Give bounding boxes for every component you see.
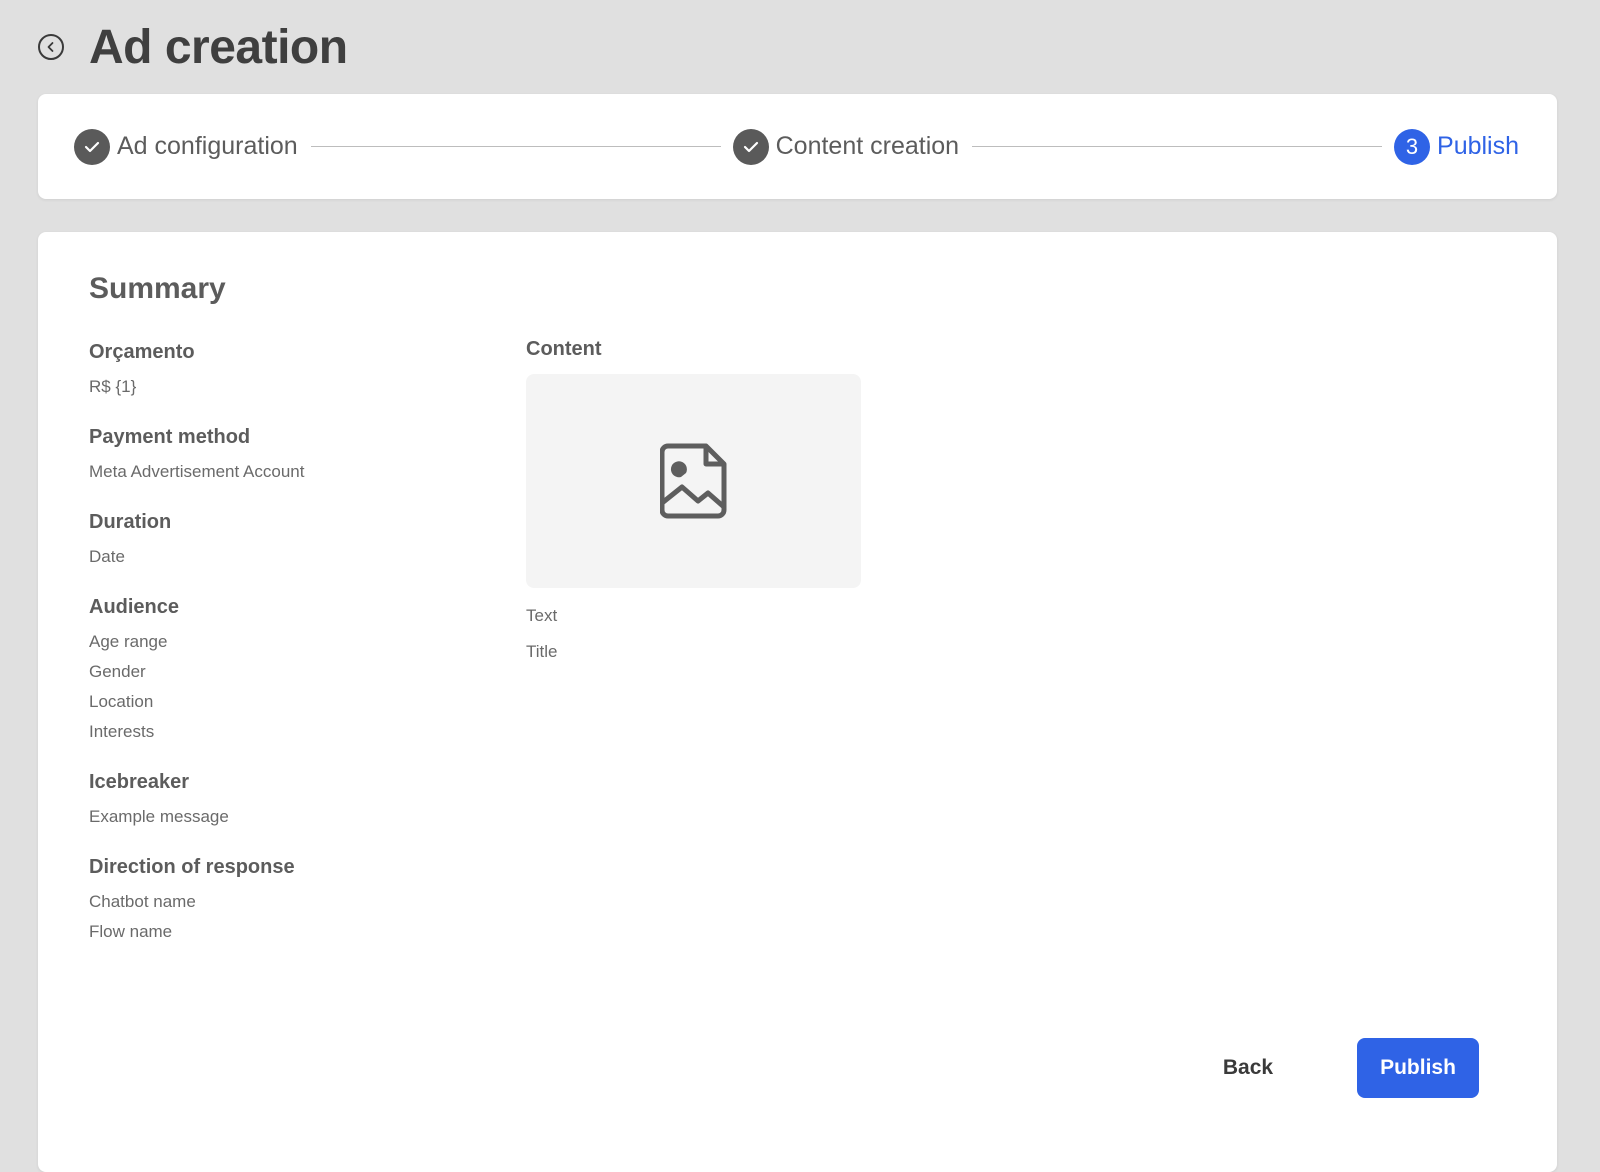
- back-button[interactable]: Back: [1200, 1038, 1296, 1098]
- field-audience: Audience Age range Gender Location Inter…: [89, 594, 469, 747]
- field-value: Location: [89, 692, 154, 711]
- image-placeholder-icon: [659, 443, 726, 519]
- content-title-label: Title: [526, 642, 558, 661]
- field-heading: Direction of response: [89, 856, 295, 878]
- field-value: Gender: [89, 662, 146, 681]
- check-icon: [732, 128, 769, 165]
- page-title: Ad creation: [89, 20, 348, 74]
- step-content-creation[interactable]: Content creation: [732, 128, 960, 165]
- field-heading: Audience: [89, 596, 180, 618]
- summary-fields: Orçamento R$ {1} Payment method Meta Adv…: [89, 339, 469, 969]
- field-heading: Payment method: [89, 426, 251, 448]
- check-icon: [74, 128, 110, 165]
- field-budget: Orçamento R$ {1}: [89, 339, 469, 402]
- field-value: Age range: [89, 632, 168, 651]
- back-arrow-icon[interactable]: [38, 34, 64, 60]
- field-value: Flow name: [89, 922, 173, 941]
- field-icebreaker: Icebreaker Example message: [89, 769, 469, 832]
- step-label: Publish: [1437, 132, 1520, 160]
- field-payment-method: Payment method Meta Advertisement Accoun…: [89, 424, 469, 487]
- publish-button[interactable]: Publish: [1357, 1038, 1479, 1098]
- content-heading: Content: [526, 338, 602, 360]
- step-label: Ad configuration: [117, 132, 298, 160]
- step-connector: [310, 146, 721, 147]
- field-direction-of-response: Direction of response Chatbot name Flow …: [89, 854, 469, 947]
- field-value: Date: [89, 547, 125, 566]
- content-text-label: Text: [526, 606, 558, 625]
- step-ad-configuration[interactable]: Ad configuration: [74, 128, 298, 165]
- field-heading: Orçamento: [89, 341, 195, 363]
- step-number: 3: [1394, 128, 1431, 165]
- field-value: Chatbot name: [89, 892, 196, 911]
- field-heading: Duration: [89, 511, 172, 533]
- field-duration: Duration Date: [89, 509, 469, 572]
- field-heading: Icebreaker: [89, 771, 190, 793]
- image-placeholder: [526, 374, 861, 588]
- step-publish[interactable]: 3 Publish: [1394, 128, 1520, 165]
- content-preview: Content Text Title: [526, 336, 866, 670]
- summary-title: Summary: [89, 272, 226, 305]
- field-value: Interests: [89, 722, 155, 741]
- field-value: R$ {1}: [89, 377, 137, 396]
- step-label: Content creation: [775, 132, 960, 160]
- stepper: Ad configuration Content creation 3 Publ…: [38, 94, 1557, 199]
- field-value: Example message: [89, 807, 229, 826]
- summary-card: Summary Orçamento R$ {1} Payment method …: [38, 232, 1557, 1172]
- field-value: Meta Advertisement Account: [89, 462, 305, 481]
- step-connector: [972, 146, 1383, 147]
- page-header: Ad creation: [38, 16, 348, 78]
